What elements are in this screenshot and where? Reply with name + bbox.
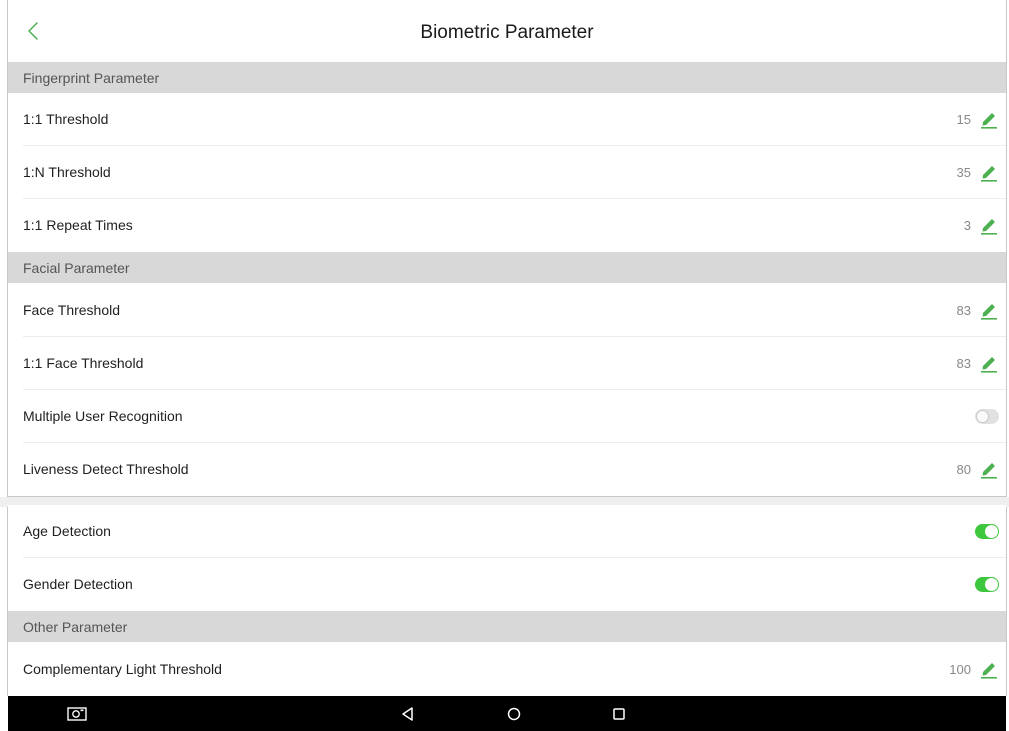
row-label: Complementary Light Threshold bbox=[23, 661, 222, 677]
row-value: 3 bbox=[963, 218, 971, 233]
row-1-1-face-threshold[interactable]: 1:1 Face Threshold 83 bbox=[8, 337, 1006, 390]
row-value: 35 bbox=[956, 165, 971, 180]
home-circle-icon[interactable] bbox=[503, 704, 525, 724]
pencil-edit-icon[interactable] bbox=[979, 659, 999, 679]
toggle-knob bbox=[985, 578, 998, 591]
row-1-n-threshold[interactable]: 1:N Threshold 35 bbox=[8, 146, 1006, 199]
row-multiple-user-recognition[interactable]: Multiple User Recognition bbox=[8, 390, 1006, 443]
toggle-knob bbox=[976, 410, 989, 423]
section-title: Fingerprint Parameter bbox=[23, 70, 160, 86]
row-1-1-repeat-times[interactable]: 1:1 Repeat Times 3 bbox=[8, 199, 1006, 252]
screenshot-icon[interactable] bbox=[66, 704, 88, 724]
row-label: 1:1 Face Threshold bbox=[23, 355, 144, 371]
row-label: Face Threshold bbox=[23, 302, 121, 318]
row-age-detection[interactable]: Age Detection bbox=[8, 505, 1006, 558]
page-title: Biometric Parameter bbox=[420, 22, 594, 43]
toggle-knob bbox=[985, 525, 998, 538]
row-1-1-threshold[interactable]: 1:1 Threshold 15 bbox=[8, 93, 1006, 146]
multiple-user-recognition-toggle[interactable] bbox=[975, 409, 999, 424]
pencil-edit-icon[interactable] bbox=[979, 215, 999, 235]
biometric-parameter-screen: Biometric Parameter Fingerprint Paramete… bbox=[0, 0, 1009, 731]
pencil-edit-icon[interactable] bbox=[979, 109, 999, 129]
row-label: Age Detection bbox=[23, 523, 111, 539]
age-detection-toggle[interactable] bbox=[975, 524, 999, 539]
row-value: 83 bbox=[956, 356, 971, 371]
row-value: 100 bbox=[949, 662, 971, 677]
system-navigation-bar bbox=[8, 696, 1006, 731]
row-liveness-detect-threshold[interactable]: Liveness Detect Threshold 80 bbox=[8, 443, 1006, 496]
row-label: Gender Detection bbox=[23, 576, 133, 592]
row-gender-detection[interactable]: Gender Detection bbox=[8, 558, 1006, 611]
pencil-edit-icon[interactable] bbox=[979, 162, 999, 182]
row-label: 1:1 Repeat Times bbox=[23, 217, 133, 233]
pencil-edit-icon[interactable] bbox=[979, 300, 999, 320]
section-header-fingerprint: Fingerprint Parameter bbox=[8, 62, 1006, 93]
row-label: 1:1 Threshold bbox=[23, 111, 109, 127]
header-bar: Biometric Parameter bbox=[8, 0, 1006, 62]
row-face-threshold[interactable]: Face Threshold 83 bbox=[8, 284, 1006, 337]
section-title: Other Parameter bbox=[23, 619, 128, 635]
gender-detection-toggle[interactable] bbox=[975, 577, 999, 592]
frame-border-right bbox=[1006, 0, 1007, 696]
row-label: 1:N Threshold bbox=[23, 164, 111, 180]
pencil-edit-icon[interactable] bbox=[979, 459, 999, 479]
row-label: Multiple User Recognition bbox=[23, 408, 183, 424]
pencil-edit-icon[interactable] bbox=[979, 353, 999, 373]
row-value: 83 bbox=[956, 303, 971, 318]
section-header-other: Other Parameter bbox=[8, 611, 1006, 642]
recents-square-icon[interactable] bbox=[608, 704, 630, 724]
row-value: 80 bbox=[956, 462, 971, 477]
section-header-facial: Facial Parameter bbox=[8, 252, 1006, 283]
section-title: Facial Parameter bbox=[23, 260, 130, 276]
back-triangle-icon[interactable] bbox=[397, 704, 419, 724]
row-value: 15 bbox=[956, 112, 971, 127]
row-complementary-light-threshold[interactable]: Complementary Light Threshold 100 bbox=[8, 643, 1006, 696]
row-label: Liveness Detect Threshold bbox=[23, 461, 189, 477]
